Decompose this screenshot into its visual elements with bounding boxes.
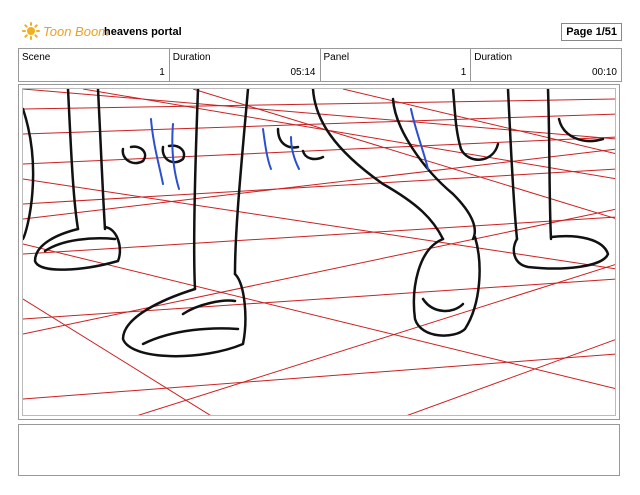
scene-duration-label: Duration [172, 52, 211, 63]
scene-duration-value: 05:14 [290, 67, 316, 78]
panel-drawing-area [22, 88, 616, 416]
sun-icon [22, 22, 40, 40]
scene-value: 1 [159, 67, 165, 78]
scene-duration-cell: Duration 05:14 [170, 49, 321, 81]
scene-cell: Scene 1 [19, 49, 170, 81]
panel-label: Panel [323, 52, 350, 63]
blue-accent-strokes [150, 108, 429, 190]
panel-duration-label: Duration [474, 52, 513, 63]
sketch-drawing [23, 89, 615, 415]
panel-cell: Panel 1 [321, 49, 472, 81]
perspective-grid [23, 89, 615, 415]
caption-box [18, 424, 620, 476]
panel-duration-value: 00:10 [591, 67, 617, 78]
panel-value: 1 [460, 67, 467, 78]
project-title: heavens portal [104, 26, 182, 38]
panel-frame [18, 84, 620, 420]
page-label: Page [566, 26, 593, 38]
storyboard-header: Toon Boom heavens portal Page 1/51 [18, 20, 622, 44]
panel-info-table: Scene 1 Duration 05:14 Panel 1 Duration … [18, 48, 622, 82]
panel-duration-cell: Duration 00:10 [471, 49, 621, 81]
scene-label: Scene [22, 52, 51, 63]
logo-text: Toon Boom [43, 23, 110, 39]
page-indicator: Page 1/51 [561, 23, 622, 41]
logo: Toon Boom [22, 22, 109, 40]
page-value: 1/51 [595, 26, 617, 38]
